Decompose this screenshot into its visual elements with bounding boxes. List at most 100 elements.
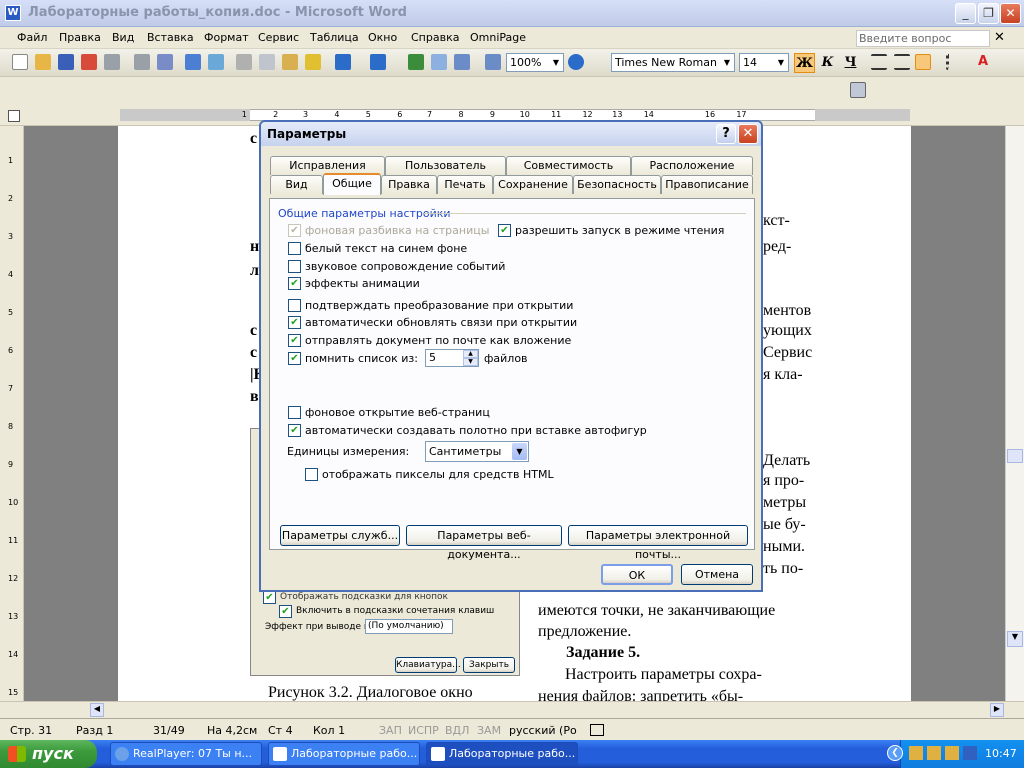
menu-edit[interactable]: Правка: [59, 31, 101, 44]
insert-table-icon[interactable]: [454, 54, 470, 70]
paste-icon[interactable]: [282, 54, 298, 70]
close-doc-icon[interactable]: ✕: [994, 30, 1005, 45]
checkbox-animation[interactable]: ✔ эффекты анимации: [288, 277, 420, 290]
checkbox-recent-files[interactable]: ✔ помнить список из:: [288, 352, 418, 365]
checkbox-reading-mode[interactable]: ✔ разрешить запуск в режиме чтения: [498, 224, 724, 237]
preview-icon[interactable]: [157, 54, 173, 70]
tray-expand-icon[interactable]: ❮: [887, 745, 903, 761]
minimize-button[interactable]: _: [955, 3, 976, 24]
status-ext[interactable]: ВДЛ: [445, 724, 469, 737]
tab-selector-icon[interactable]: [8, 110, 20, 122]
vertical-scrollbar[interactable]: ▼: [1005, 126, 1024, 701]
tab-general[interactable]: Общие: [323, 173, 381, 195]
print-icon[interactable]: [104, 54, 120, 70]
new-icon[interactable]: [12, 54, 28, 70]
tab-user-info[interactable]: Пользователь: [385, 156, 506, 175]
clipboard-icon[interactable]: [850, 82, 866, 98]
checkbox-confirm-convert[interactable]: подтверждать преобразование при открытии: [288, 299, 573, 312]
checkbox-auto-canvas[interactable]: ✔ автоматически создавать полотно при вст…: [288, 424, 647, 437]
tray-icon-2[interactable]: [927, 746, 941, 760]
tab-view[interactable]: Вид: [270, 175, 323, 194]
spelling-status-icon[interactable]: [590, 724, 604, 736]
font-size-select[interactable]: 14 ▼: [739, 53, 789, 72]
word-icon[interactable]: W: [5, 5, 21, 21]
status-rec[interactable]: ЗАП: [379, 724, 402, 737]
format-painter-icon[interactable]: [305, 54, 321, 70]
units-select[interactable]: Сантиметры ▼: [425, 441, 529, 462]
tab-file-locations[interactable]: Расположение: [631, 156, 753, 175]
copy-icon[interactable]: [259, 54, 275, 70]
status-ovr[interactable]: ЗАМ: [477, 724, 501, 737]
menu-window[interactable]: Окно: [368, 31, 397, 44]
scroll-left-icon[interactable]: ◀: [90, 703, 104, 717]
recent-files-stepper[interactable]: 5 ▲ ▼: [425, 349, 479, 367]
print-preview-icon[interactable]: [134, 54, 150, 70]
start-button[interactable]: пуск: [0, 740, 97, 768]
align-center-icon[interactable]: [894, 54, 910, 70]
cut-icon[interactable]: [236, 54, 252, 70]
menu-table[interactable]: Таблица: [310, 31, 359, 44]
redo-icon[interactable]: [370, 54, 386, 70]
view-buttons[interactable]: [4, 703, 76, 717]
open-icon[interactable]: [35, 54, 51, 70]
menu-help[interactable]: Справка: [411, 31, 459, 44]
task-word-1[interactable]: Лабораторные рабо...: [268, 742, 420, 766]
checkbox-pixels-html[interactable]: отображать пикселы для средств HTML: [305, 468, 554, 481]
status-trk[interactable]: ИСПР: [408, 724, 439, 737]
tray-icon-3[interactable]: [945, 746, 959, 760]
tab-compatibility[interactable]: Совместимость: [506, 156, 631, 175]
scroll-down-icon[interactable]: ▼: [1007, 631, 1023, 647]
ask-question-input[interactable]: Введите вопрос: [856, 30, 990, 47]
cancel-button[interactable]: Отмена: [681, 564, 753, 585]
tab-spelling[interactable]: Правописание: [661, 175, 753, 194]
scroll-right-icon[interactable]: ▶: [990, 703, 1004, 717]
checkbox-bg-web-open[interactable]: фоновое открытие веб-страниц: [288, 406, 490, 419]
align-left-icon[interactable]: [871, 54, 887, 70]
close-button[interactable]: ✕: [1000, 3, 1021, 24]
document-map-icon[interactable]: [485, 54, 501, 70]
help-icon[interactable]: [568, 54, 584, 70]
checkbox-update-links[interactable]: ✔ автоматически обновлять связи при откры…: [288, 316, 577, 329]
checkbox-white-on-blue[interactable]: белый текст на синем фоне: [288, 242, 467, 255]
tray-icon-1[interactable]: [909, 746, 923, 760]
clock[interactable]: 10:47: [985, 747, 1017, 760]
undo-icon[interactable]: [335, 54, 351, 70]
task-realplayer[interactable]: RealPlayer: 07 Ты н...: [110, 742, 262, 766]
dialog-close-button[interactable]: ✕: [738, 124, 758, 144]
numbering-icon[interactable]: [946, 54, 962, 70]
ok-button[interactable]: ОК: [601, 564, 673, 585]
hyperlink-icon[interactable]: [408, 54, 424, 70]
help-icon[interactable]: ?: [716, 124, 736, 144]
menu-tools[interactable]: Сервис: [258, 31, 299, 44]
save-icon[interactable]: [58, 54, 74, 70]
spin-down-icon[interactable]: ▼: [463, 358, 478, 366]
email-options-button[interactable]: Параметры электронной почты...: [568, 525, 748, 561]
menu-omnipage[interactable]: OmniPage: [470, 31, 526, 44]
spelling-icon[interactable]: [185, 54, 201, 70]
scroll-thumb[interactable]: [1007, 449, 1023, 463]
tray-icon-4[interactable]: [963, 746, 977, 760]
font-select[interactable]: Times New Roman ▼: [611, 53, 735, 72]
menu-file[interactable]: Файл: [17, 31, 47, 44]
underline-button[interactable]: Ч: [840, 53, 861, 73]
web-options-button[interactable]: Параметры веб-документа...: [406, 525, 562, 561]
tab-security[interactable]: Безопасность: [573, 175, 661, 194]
tables-borders-icon[interactable]: [431, 54, 447, 70]
bold-button[interactable]: Ж: [794, 53, 815, 73]
tab-edit[interactable]: Правка: [381, 175, 437, 194]
maximize-button[interactable]: ❐: [978, 3, 999, 24]
research-icon[interactable]: [208, 54, 224, 70]
chevron-down-icon[interactable]: ▼: [512, 443, 527, 460]
justify-icon[interactable]: [915, 54, 931, 70]
checkbox-send-attachment[interactable]: ✔ отправлять документ по почте как вложен…: [288, 334, 571, 347]
zoom-select[interactable]: 100% ▼: [506, 53, 564, 72]
tab-save[interactable]: Сохранение: [493, 175, 573, 194]
task-word-2[interactable]: Лабораторные рабо...: [426, 742, 578, 766]
service-options-button[interactable]: Параметры служб...: [280, 525, 400, 546]
spin-up-icon[interactable]: ▲: [463, 350, 478, 358]
menu-insert[interactable]: Вставка: [147, 31, 194, 44]
tab-print[interactable]: Печать: [437, 175, 493, 194]
horizontal-scrollbar[interactable]: ◀ ▶: [0, 701, 1024, 718]
font-color-icon[interactable]: A: [975, 54, 991, 70]
menu-format[interactable]: Формат: [204, 31, 249, 44]
